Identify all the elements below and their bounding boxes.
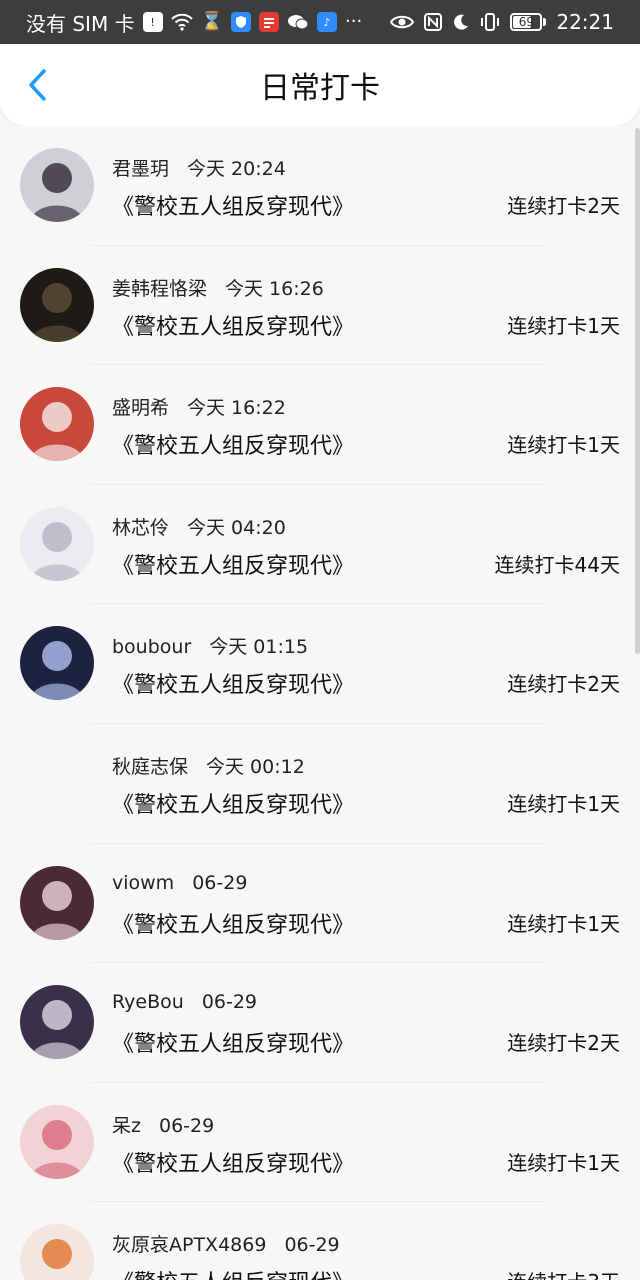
checkin-time: 今天 04:20 — [187, 516, 286, 539]
checkin-list-item[interactable]: 君墨玥 今天 20:24 《警校五人组反穿现代》 连续打卡2天 — [0, 126, 640, 246]
user-meta: 林芯伶 今天 04:20 — [112, 513, 286, 540]
streak-count: 连续打卡1天 — [507, 313, 620, 338]
user-meta: viowm 06-29 — [112, 872, 247, 894]
user-name[interactable]: 林芯伶 — [112, 517, 169, 539]
book-title[interactable]: 《警校五人组反穿现代》 — [112, 787, 354, 819]
checkin-list[interactable]: 君墨玥 今天 20:24 《警校五人组反穿现代》 连续打卡2天 姜韩程恪梁 今天 16:2… — [0, 126, 640, 1280]
user-avatar[interactable] — [20, 148, 94, 222]
user-meta: 君墨玥 今天 20:24 — [112, 154, 286, 181]
user-name[interactable]: viowm — [112, 872, 174, 894]
streak-count: 连续打卡2天 — [507, 672, 620, 697]
user-name[interactable]: 君墨玥 — [112, 158, 169, 180]
status-bar-left: 没有 SIM 卡 ! ⌛ ♪ ··· — [26, 0, 362, 44]
checkin-time: 06-29 — [158, 1114, 215, 1137]
book-title[interactable]: 《警校五人组反穿现代》 — [112, 1146, 354, 1178]
checkin-time: 今天 00:12 — [206, 755, 305, 778]
streak-count: 连续打卡2天 — [507, 194, 620, 218]
user-avatar[interactable] — [20, 865, 94, 940]
user-name[interactable]: 秋庭志保 — [112, 756, 188, 778]
checkin-list-item[interactable]: 姜韩程恪梁 今天 16:26 《警校五人组反穿现代》 连续打卡1天 — [0, 245, 640, 366]
checkin-time: 今天 01:15 — [209, 636, 309, 659]
user-name[interactable]: 灰原哀APTX4869 — [112, 1234, 266, 1256]
user-avatar[interactable] — [20, 626, 94, 701]
streak-count: 连续打卡2天 — [507, 1031, 620, 1056]
checkin-time: 06-29 — [192, 871, 248, 894]
alert-icon: ! — [142, 12, 163, 32]
top-app-bar: 日常打卡 — [0, 44, 640, 126]
user-avatar[interactable] — [20, 387, 94, 462]
battery-level: 69 — [518, 15, 534, 29]
status-bar-right: 69 22:21 — [390, 0, 614, 44]
wifi-icon — [170, 13, 193, 31]
carrier-text: 没有 SIM 卡 — [26, 11, 135, 36]
book-title[interactable]: 《警校五人组反穿现代》 — [112, 189, 354, 221]
book-title[interactable]: 《警校五人组反穿现代》 — [112, 309, 354, 341]
streak-count: 连续打卡44天 — [494, 552, 620, 577]
checkin-list-item[interactable]: RyeBou 06-29 《警校五人组反穿现代》 连续打卡2天 — [0, 963, 640, 1083]
user-meta: 姜韩程恪梁 今天 16:26 — [112, 274, 324, 301]
book-title[interactable]: 《警校五人组反穿现代》 — [112, 1026, 354, 1058]
battery-icon: 69 — [510, 13, 547, 31]
book-title[interactable]: 《警校五人组反穿现代》 — [112, 667, 354, 699]
user-meta: 盛明希 今天 16:22 — [112, 393, 286, 420]
user-meta: 秋庭志保 今天 00:12 — [112, 752, 305, 779]
user-meta: boubour 今天 01:15 — [112, 632, 308, 659]
streak-count: 连续打卡1天 — [507, 1150, 620, 1175]
user-avatar[interactable] — [20, 1224, 94, 1280]
user-name[interactable]: 盛明希 — [112, 397, 169, 419]
user-avatar[interactable] — [20, 985, 94, 1060]
streak-count: 连续打卡1天 — [507, 433, 620, 458]
wechat-icon — [287, 13, 309, 31]
checkin-list-item[interactable]: 灰原哀APTX4869 06-29 《警校五人组反穿现代》 连续打卡3天 — [0, 1202, 640, 1280]
user-avatar[interactable] — [20, 1104, 94, 1179]
hourglass-icon: ⌛ — [200, 11, 223, 32]
vibrate-icon — [480, 13, 500, 31]
checkin-time: 今天 16:22 — [187, 397, 286, 420]
user-avatar[interactable] — [20, 506, 94, 581]
checkin-list-item[interactable]: viowm 06-29 《警校五人组反穿现代》 连续打卡1天 — [0, 843, 640, 964]
checkin-time: 06-29 — [284, 1234, 340, 1257]
user-name[interactable]: 呆z — [112, 1115, 141, 1137]
clock: 22:21 — [556, 10, 614, 34]
checkin-list-item[interactable]: 秋庭志保 今天 00:12 《警校五人组反穿现代》 连续打卡1天 — [0, 723, 640, 844]
scrollbar[interactable] — [635, 128, 640, 654]
nfc-icon — [424, 13, 443, 31]
user-meta: 灰原哀APTX4869 06-29 — [112, 1230, 340, 1257]
book-title[interactable]: 《警校五人组反穿现代》 — [112, 548, 354, 580]
book-title[interactable]: 《警校五人组反穿现代》 — [112, 907, 354, 939]
user-avatar[interactable] — [20, 746, 94, 820]
user-meta: RyeBou 06-29 — [112, 991, 257, 1013]
status-bar: 没有 SIM 卡 ! ⌛ ♪ ··· 69 22:21 — [0, 0, 640, 44]
user-avatar[interactable] — [20, 267, 94, 342]
shield-app-icon — [231, 12, 251, 32]
user-name[interactable]: RyeBou — [112, 991, 184, 1013]
streak-count: 连续打卡1天 — [507, 791, 620, 816]
checkin-list-item[interactable]: boubour 今天 01:15 《警校五人组反穿现代》 连续打卡2天 — [0, 604, 640, 724]
moon-icon — [452, 13, 470, 31]
checkin-list-item[interactable]: 呆z 06-29 《警校五人组反穿现代》 连续打卡1天 — [0, 1082, 640, 1203]
checkin-time: 今天 16:26 — [225, 277, 324, 300]
user-meta: 呆z 06-29 — [112, 1111, 214, 1138]
book-title[interactable]: 《警校五人组反穿现代》 — [112, 1265, 354, 1280]
checkin-time: 今天 20:24 — [187, 158, 286, 180]
news-app-icon — [259, 12, 279, 32]
streak-count: 连续打卡3天 — [507, 1266, 620, 1280]
user-name[interactable]: 姜韩程恪梁 — [112, 278, 207, 300]
checkin-list-item[interactable]: 林芯伶 今天 04:20 《警校五人组反穿现代》 连续打卡44天 — [0, 484, 640, 605]
user-name[interactable]: boubour — [112, 636, 191, 658]
music-app-icon: ♪ — [317, 12, 337, 32]
eye-icon — [390, 14, 415, 30]
more-icon: ··· — [345, 11, 363, 32]
checkin-time: 06-29 — [201, 991, 258, 1014]
checkin-list-item[interactable]: 盛明希 今天 16:22 《警校五人组反穿现代》 连续打卡1天 — [0, 365, 640, 485]
page-title: 日常打卡 — [260, 71, 380, 106]
streak-count: 连续打卡1天 — [507, 911, 620, 936]
book-title[interactable]: 《警校五人组反穿现代》 — [112, 428, 354, 460]
